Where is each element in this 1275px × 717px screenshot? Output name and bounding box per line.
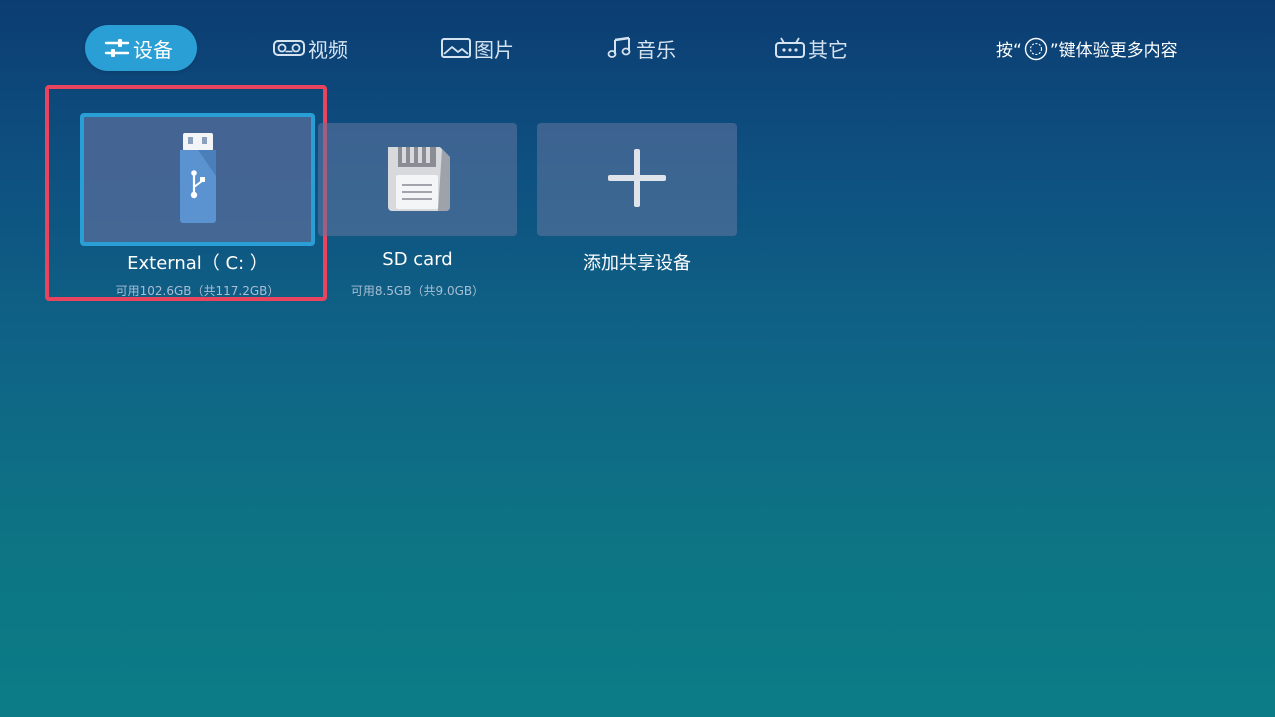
- sd-card-icon: [384, 143, 452, 217]
- hint-suffix: ”键体验更多内容: [1049, 41, 1178, 61]
- device-card-external[interactable]: [80, 113, 315, 246]
- tab-music[interactable]: 音乐: [606, 25, 676, 71]
- menu-key-hint: 按“ ”键体验更多内容: [996, 36, 1178, 61]
- device-title: External（ C: ）: [127, 253, 268, 274]
- tab-label: 图片: [474, 37, 514, 62]
- menu-key-icon: [1024, 37, 1048, 61]
- tab-label: 其它: [808, 37, 848, 62]
- tab-label: 音乐: [636, 37, 676, 62]
- device-storage: 可用8.5GB（共9.0GB）: [350, 284, 485, 298]
- device-title: SD card: [382, 249, 453, 270]
- usb-drive-icon: [176, 132, 220, 228]
- music-note-icon: [606, 36, 634, 60]
- tab-pictures[interactable]: 图片: [440, 25, 514, 71]
- top-navigation: 设备 视频 图片 音乐 其它 按“ ”键体验更多内容: [0, 0, 1275, 96]
- tab-video[interactable]: 视频: [272, 25, 348, 71]
- tab-label: 视频: [308, 37, 348, 62]
- picture-icon: [440, 37, 472, 59]
- tab-devices[interactable]: 设备: [85, 25, 197, 71]
- other-box-icon: [774, 36, 806, 60]
- add-shared-device-card[interactable]: [537, 123, 737, 236]
- tab-label: 设备: [133, 37, 173, 62]
- device-card-sd[interactable]: [318, 123, 517, 236]
- plus-icon: [605, 146, 669, 214]
- video-reel-icon: [272, 37, 306, 59]
- tab-other[interactable]: 其它: [774, 25, 848, 71]
- device-storage: 可用102.6GB（共117.2GB）: [115, 284, 280, 298]
- sliders-icon: [103, 37, 131, 59]
- hint-prefix: 按“: [996, 41, 1022, 61]
- device-title: 添加共享设备: [583, 253, 691, 274]
